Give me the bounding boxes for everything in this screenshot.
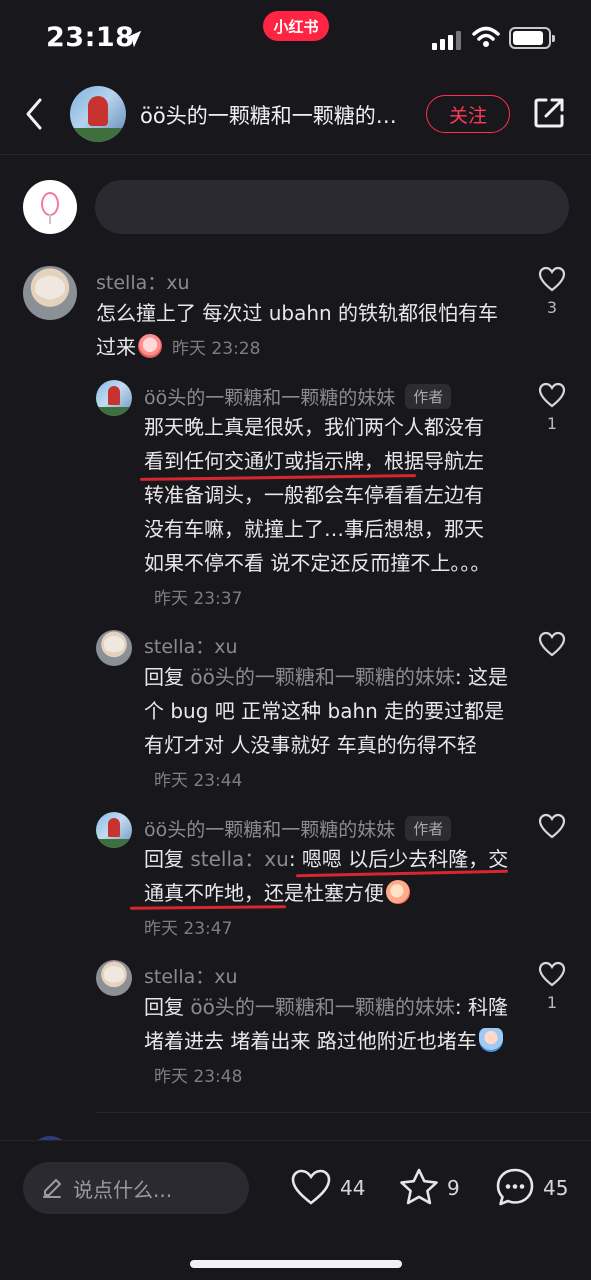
- peach-emoji-icon: [386, 880, 410, 904]
- reply-target[interactable]: öö头的一颗糖和一颗糖的妹妹: [190, 995, 454, 1019]
- comment-time: 昨天 23:47: [144, 919, 233, 939]
- wifi-icon: [472, 26, 500, 47]
- commenter-name[interactable]: stella：xu: [144, 632, 238, 659]
- author-reply-avatar[interactable]: [96, 380, 132, 416]
- home-indicator[interactable]: [190, 1260, 402, 1268]
- star-count: 9: [447, 1176, 460, 1200]
- like-count: 3: [546, 298, 558, 317]
- star-icon[interactable]: [398, 1167, 440, 1207]
- comment-count: 45: [543, 1176, 569, 1200]
- commenter-avatar[interactable]: [96, 960, 132, 996]
- comment-placeholder: 说点什么...: [73, 1177, 173, 1202]
- comment-input-pill[interactable]: 说点什么...: [23, 1162, 249, 1214]
- comment-bubble-icon[interactable]: [494, 1166, 536, 1208]
- comment-text[interactable]: 回复 stella：xu: 嗯嗯 以后少去科隆，交通真不咋地，还是杜塞方便 昨天…: [144, 842, 514, 946]
- back-arrow-icon[interactable]: [22, 96, 48, 132]
- comment-time: 昨天 23:48: [154, 1067, 243, 1087]
- commenter-name[interactable]: öö头的一颗糖和一颗糖的妹妹 作者: [144, 383, 452, 410]
- comment-input[interactable]: [95, 180, 569, 234]
- my-avatar: [23, 180, 77, 234]
- share-icon[interactable]: [532, 96, 566, 130]
- app-badge: 小红书: [263, 11, 329, 41]
- commenter-avatar[interactable]: [23, 266, 77, 320]
- comment-time: 昨天 23:28: [172, 339, 261, 359]
- like-heart-icon[interactable]: [538, 813, 566, 839]
- like-icon[interactable]: [290, 1168, 332, 1206]
- reply-target[interactable]: öö头的一颗糖和一颗糖的妹妹: [190, 665, 454, 689]
- commenter-name[interactable]: stella：xu: [144, 962, 238, 989]
- follow-button[interactable]: 关注: [426, 95, 510, 133]
- battery-icon: [509, 27, 555, 49]
- like-heart-icon[interactable]: [538, 266, 566, 292]
- comment-text[interactable]: 那天晚上真是很妖，我们两个人都没有看到任何交通灯或指示牌，根据导航左转准备调头，…: [144, 410, 500, 616]
- cellular-signal-icon: [432, 31, 461, 50]
- comment-text[interactable]: 回复 öö头的一颗糖和一颗糖的妹妹: 科隆 堵着进去 堵着出来 路过他附近也堵车…: [144, 990, 514, 1094]
- author-name[interactable]: öö头的一颗糖和一颗糖的妹妹: [140, 100, 412, 130]
- comment-text[interactable]: 怎么撞上了 每次过 ubahn 的铁轨都很怕有车过来 昨天 23:28: [96, 296, 516, 366]
- crying-emoji-icon: [138, 334, 162, 358]
- like-count-total: 44: [340, 1176, 366, 1200]
- commenter-name[interactable]: stella：xu: [96, 268, 190, 295]
- reply-target[interactable]: stella：xu: [190, 847, 288, 871]
- like-count: 1: [546, 993, 558, 1012]
- like-heart-icon[interactable]: [538, 382, 566, 408]
- author-avatar[interactable]: [70, 86, 126, 142]
- comment-text[interactable]: 回复 öö头的一颗糖和一颗糖的妹妹: 这是个 bug 吧 正常这种 bahn 走…: [144, 660, 514, 798]
- like-heart-icon[interactable]: [538, 961, 566, 987]
- comment-divider: [96, 1112, 591, 1113]
- commenter-avatar[interactable]: [96, 630, 132, 666]
- comment-time: 昨天 23:37: [154, 589, 243, 609]
- location-arrow-icon: [124, 30, 142, 48]
- commenter-name[interactable]: öö头的一颗糖和一颗糖的妹妹 作者: [144, 815, 452, 842]
- pencil-icon: [43, 1179, 61, 1198]
- author-tag: 作者: [405, 816, 452, 841]
- author-tag: 作者: [405, 384, 452, 409]
- author-reply-avatar[interactable]: [96, 812, 132, 848]
- like-heart-icon[interactable]: [538, 631, 566, 657]
- header-divider: [0, 154, 591, 155]
- blue-emoji-icon: [478, 1028, 503, 1052]
- comment-time: 昨天 23:44: [154, 771, 243, 791]
- like-count: 1: [546, 414, 558, 433]
